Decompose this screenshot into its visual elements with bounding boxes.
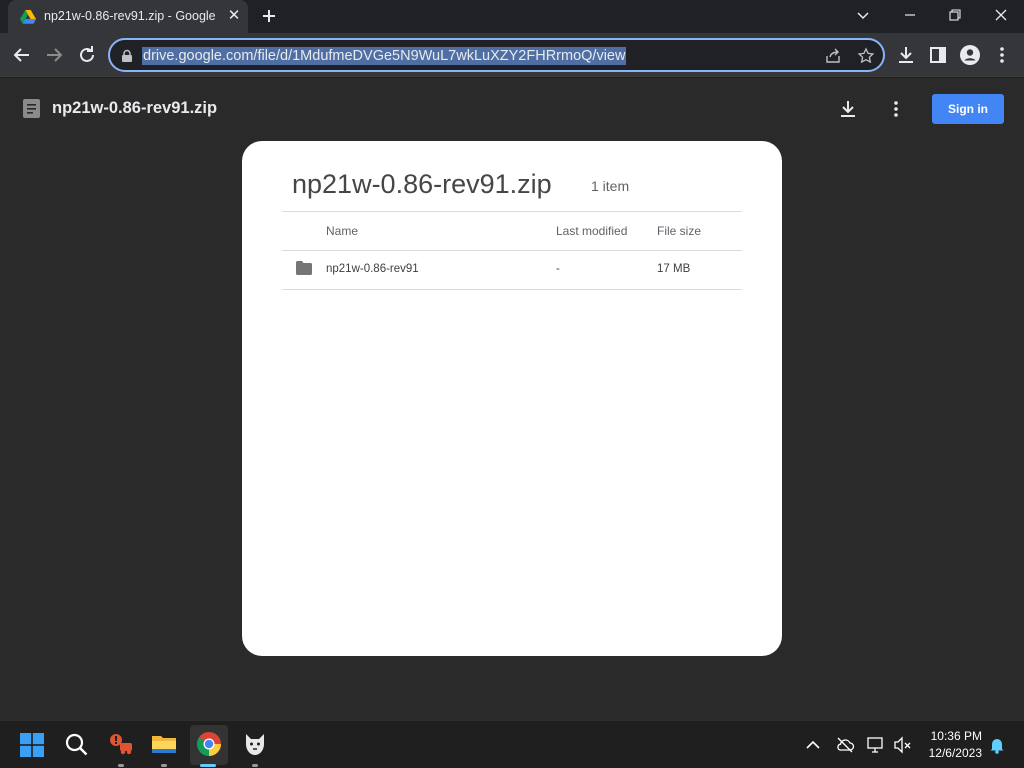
google-drive-favicon xyxy=(20,10,36,24)
divider xyxy=(282,289,742,290)
notification-bell-icon[interactable] xyxy=(987,735,1007,755)
row-file-size: 17 MB xyxy=(657,263,691,275)
kebab-menu-icon[interactable] xyxy=(990,43,1014,67)
side-panel-icon[interactable] xyxy=(926,43,950,67)
address-bar[interactable]: drive.google.com/file/d/1MdufmeDVGe5N9Wu… xyxy=(108,38,885,72)
new-tab-button[interactable] xyxy=(259,6,279,26)
app-icon[interactable] xyxy=(108,731,134,757)
kebab-menu-icon[interactable] xyxy=(884,97,908,121)
forward-arrow-icon[interactable] xyxy=(42,43,66,67)
download-icon[interactable] xyxy=(836,97,860,121)
lock-icon[interactable] xyxy=(120,49,134,63)
windows-start-icon[interactable] xyxy=(20,733,44,757)
cat-app-icon[interactable] xyxy=(242,731,268,757)
url-text[interactable]: drive.google.com/file/d/1MdufmeDVGe5N9Wu… xyxy=(142,47,627,65)
divider xyxy=(282,211,742,212)
clock-date[interactable]: 12/6/2023 xyxy=(922,746,982,760)
close-icon xyxy=(995,9,1007,21)
sign-in-button[interactable]: Sign in xyxy=(932,94,1004,124)
archive-file-icon xyxy=(23,99,40,118)
restore-icon xyxy=(949,9,961,21)
minimize-icon xyxy=(905,14,915,16)
network-icon[interactable] xyxy=(866,735,886,755)
archive-preview-card: np21w-0.86-rev91.zip 1 item Name Last mo… xyxy=(242,141,782,656)
star-icon[interactable] xyxy=(857,47,875,65)
column-header-name[interactable]: Name xyxy=(326,224,358,238)
running-indicator xyxy=(118,764,124,767)
reload-icon[interactable] xyxy=(75,43,99,67)
volume-muted-icon[interactable] xyxy=(892,735,912,755)
search-icon[interactable] xyxy=(64,732,89,757)
browser-tab[interactable]: np21w-0.86-rev91.zip - Google Drive ✕ xyxy=(8,0,248,33)
cloud-offline-icon[interactable] xyxy=(835,735,855,755)
tab-title: np21w-0.86-rev91.zip - Google Drive xyxy=(44,9,220,23)
back-arrow-icon[interactable] xyxy=(10,43,34,67)
download-icon[interactable] xyxy=(894,43,918,67)
archive-title: np21w-0.86-rev91.zip xyxy=(292,169,552,199)
file-title: np21w-0.86-rev91.zip xyxy=(52,99,218,117)
share-icon[interactable] xyxy=(824,47,842,65)
close-window-button[interactable] xyxy=(987,4,1015,26)
close-icon[interactable]: ✕ xyxy=(226,8,242,24)
running-indicator xyxy=(252,764,258,767)
minimize-button[interactable] xyxy=(896,4,924,26)
running-indicator xyxy=(161,764,167,767)
windows-taskbar: 10:36 PM 12/6/2023 xyxy=(0,720,1024,768)
chevron-up-icon[interactable] xyxy=(803,735,823,755)
chrome-icon[interactable] xyxy=(196,731,222,757)
file-explorer-icon[interactable] xyxy=(151,731,177,757)
item-count: 1 item xyxy=(591,178,630,194)
row-name: np21w-0.86-rev91 xyxy=(326,263,419,275)
plus-icon xyxy=(263,10,275,22)
row-last-modified: - xyxy=(556,263,560,275)
active-indicator xyxy=(200,764,216,767)
tab-strip: np21w-0.86-rev91.zip - Google Drive ✕ xyxy=(0,0,1024,33)
column-header-last-modified[interactable]: Last modified xyxy=(556,224,627,238)
clock-time[interactable]: 10:36 PM xyxy=(928,729,982,743)
column-header-file-size[interactable]: File size xyxy=(657,224,701,238)
browser-toolbar: drive.google.com/file/d/1MdufmeDVGe5N9Wu… xyxy=(0,33,1024,77)
profile-icon[interactable] xyxy=(958,43,982,67)
divider xyxy=(282,250,742,251)
restore-button[interactable] xyxy=(941,4,969,26)
tab-search-button[interactable] xyxy=(849,4,877,26)
drive-viewer-header: np21w-0.86-rev91.zip Sign in xyxy=(0,78,1024,138)
chevron-down-icon xyxy=(857,12,869,20)
folder-icon xyxy=(296,261,312,275)
